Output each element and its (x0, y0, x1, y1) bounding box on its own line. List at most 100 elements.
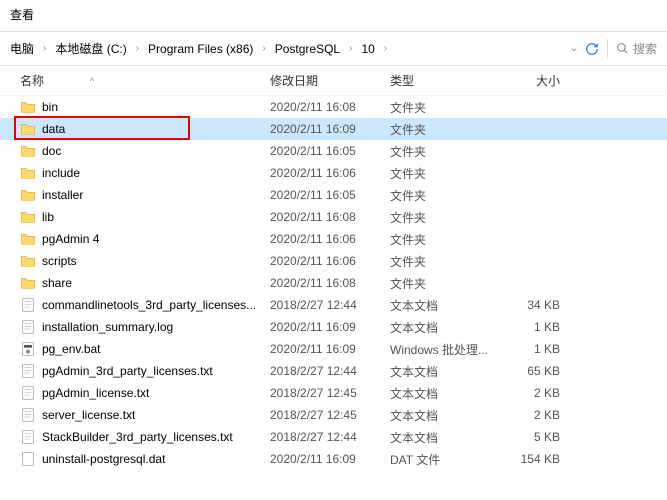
file-row[interactable]: lib2020/2/11 16:08文件夹 (0, 206, 667, 228)
file-date: 2020/2/11 16:09 (270, 320, 390, 334)
text-icon (20, 319, 36, 335)
file-date: 2020/2/11 16:06 (270, 166, 390, 180)
file-type: 文本文档 (390, 297, 500, 314)
file-row[interactable]: pg_env.bat2020/2/11 16:09Windows 批处理...1… (0, 338, 667, 360)
file-type: 文件夹 (390, 275, 500, 292)
folder-icon (20, 99, 36, 115)
chevron-right-icon[interactable]: › (133, 43, 142, 54)
file-date: 2020/2/11 16:09 (270, 452, 390, 466)
file-date: 2020/2/11 16:05 (270, 188, 390, 202)
file-row[interactable]: doc2020/2/11 16:05文件夹 (0, 140, 667, 162)
header-name[interactable]: 名称 ^ (0, 72, 270, 89)
file-date: 2020/2/11 16:06 (270, 232, 390, 246)
file-date: 2018/2/27 12:45 (270, 386, 390, 400)
file-name: server_license.txt (42, 408, 270, 422)
breadcrumb-segment[interactable]: 电脑 (6, 38, 38, 59)
file-row[interactable]: share2020/2/11 16:08文件夹 (0, 272, 667, 294)
header-size[interactable]: 大小 (500, 72, 580, 89)
breadcrumb-segment[interactable]: 10 (357, 40, 378, 58)
file-type: 文本文档 (390, 385, 500, 402)
file-row[interactable]: StackBuilder_3rd_party_licenses.txt2018/… (0, 426, 667, 448)
file-row[interactable]: bin2020/2/11 16:08文件夹 (0, 96, 667, 118)
file-type: 文本文档 (390, 363, 500, 380)
search-box[interactable]: 搜索 (612, 40, 661, 57)
file-size: 2 KB (500, 386, 580, 400)
file-size: 1 KB (500, 320, 580, 334)
dropdown-icon[interactable]: ⌄ (567, 43, 581, 54)
file-name: lib (42, 210, 270, 224)
file-name: pgAdmin 4 (42, 232, 270, 246)
file-date: 2018/2/27 12:44 (270, 430, 390, 444)
folder-icon (20, 275, 36, 291)
text-icon (20, 297, 36, 313)
chevron-right-icon[interactable]: › (381, 43, 390, 54)
file-name: commandlinetools_3rd_party_licenses... (42, 298, 270, 312)
file-name: data (42, 122, 270, 136)
breadcrumb-segment[interactable]: 本地磁盘 (C:) (51, 38, 130, 59)
file-size: 2 KB (500, 408, 580, 422)
file-row[interactable]: scripts2020/2/11 16:06文件夹 (0, 250, 667, 272)
file-type: 文件夹 (390, 99, 500, 116)
file-type: 文件夹 (390, 143, 500, 160)
file-size: 154 KB (500, 452, 580, 466)
chevron-right-icon[interactable]: › (346, 43, 355, 54)
file-date: 2020/2/11 16:09 (270, 342, 390, 356)
header-date[interactable]: 修改日期 (270, 72, 390, 89)
file-type: 文件夹 (390, 165, 500, 182)
breadcrumb-segment[interactable]: PostgreSQL (271, 40, 344, 58)
chevron-right-icon[interactable]: › (40, 43, 49, 54)
text-icon (20, 385, 36, 401)
folder-icon (20, 231, 36, 247)
file-row[interactable]: commandlinetools_3rd_party_licenses...20… (0, 294, 667, 316)
column-headers: 名称 ^ 修改日期 类型 大小 (0, 66, 667, 96)
file-size: 34 KB (500, 298, 580, 312)
file-date: 2020/2/11 16:06 (270, 254, 390, 268)
file-date: 2020/2/11 16:08 (270, 100, 390, 114)
file-row[interactable]: pgAdmin_3rd_party_licenses.txt2018/2/27 … (0, 360, 667, 382)
file-row[interactable]: installation_summary.log2020/2/11 16:09文… (0, 316, 667, 338)
refresh-button[interactable] (581, 38, 603, 60)
breadcrumb[interactable]: 电脑›本地磁盘 (C:)›Program Files (x86)›Postgre… (6, 37, 567, 61)
file-type: 文本文档 (390, 429, 500, 446)
file-row[interactable]: installer2020/2/11 16:05文件夹 (0, 184, 667, 206)
header-type[interactable]: 类型 (390, 72, 500, 89)
file-name: pg_env.bat (42, 342, 270, 356)
file-type: 文本文档 (390, 319, 500, 336)
file-name: StackBuilder_3rd_party_licenses.txt (42, 430, 270, 444)
file-type: 文件夹 (390, 187, 500, 204)
folder-icon (20, 165, 36, 181)
file-row[interactable]: pgAdmin_license.txt2018/2/27 12:45文本文档2 … (0, 382, 667, 404)
ribbon-tab-view[interactable]: 查看 (0, 0, 667, 32)
file-size: 5 KB (500, 430, 580, 444)
file-type: 文件夹 (390, 209, 500, 226)
folder-icon (20, 253, 36, 269)
file-type: 文件夹 (390, 253, 500, 270)
file-date: 2020/2/11 16:08 (270, 210, 390, 224)
text-icon (20, 429, 36, 445)
folder-icon (20, 143, 36, 159)
folder-icon (20, 121, 36, 137)
file-date: 2018/2/27 12:44 (270, 298, 390, 312)
file-size: 65 KB (500, 364, 580, 378)
file-name: installation_summary.log (42, 320, 270, 334)
file-name: pgAdmin_3rd_party_licenses.txt (42, 364, 270, 378)
file-row[interactable]: include2020/2/11 16:06文件夹 (0, 162, 667, 184)
file-list: bin2020/2/11 16:08文件夹data2020/2/11 16:09… (0, 96, 667, 470)
file-type: Windows 批处理... (390, 341, 500, 358)
file-date: 2018/2/27 12:44 (270, 364, 390, 378)
sort-indicator-icon: ^ (90, 76, 94, 86)
file-size: 1 KB (500, 342, 580, 356)
file-row[interactable]: server_license.txt2018/2/27 12:45文本文档2 K… (0, 404, 667, 426)
file-row[interactable]: uninstall-postgresql.dat2020/2/11 16:09D… (0, 448, 667, 470)
divider (607, 39, 608, 59)
file-name: doc (42, 144, 270, 158)
chevron-right-icon[interactable]: › (259, 43, 268, 54)
file-name: uninstall-postgresql.dat (42, 452, 270, 466)
file-type: 文本文档 (390, 407, 500, 424)
file-type: 文件夹 (390, 121, 500, 138)
search-placeholder: 搜索 (633, 40, 657, 57)
file-name: include (42, 166, 270, 180)
file-row[interactable]: data2020/2/11 16:09文件夹 (0, 118, 667, 140)
breadcrumb-segment[interactable]: Program Files (x86) (144, 40, 257, 58)
file-row[interactable]: pgAdmin 42020/2/11 16:06文件夹 (0, 228, 667, 250)
